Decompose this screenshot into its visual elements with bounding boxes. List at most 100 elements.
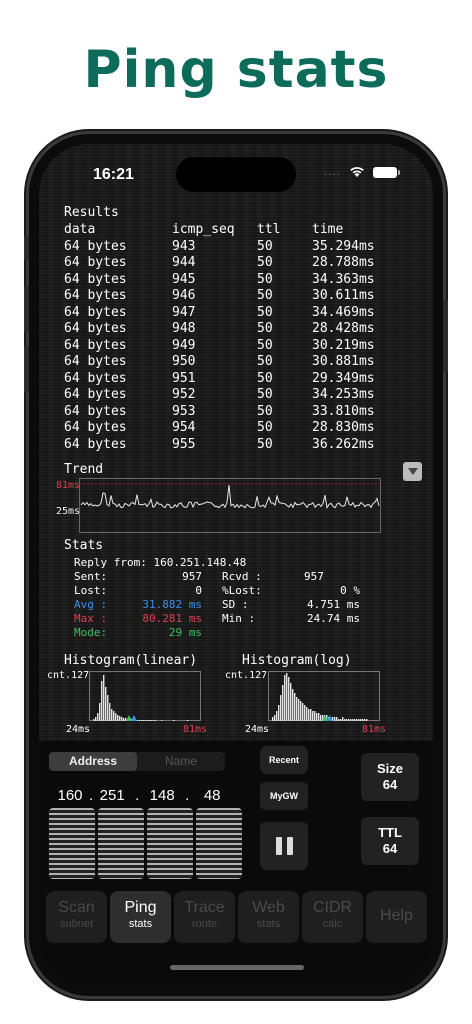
histogram-bar xyxy=(113,711,115,721)
tab-scan[interactable]: Scan subnet xyxy=(46,891,107,943)
histogram-bar xyxy=(294,693,296,721)
histogram-bar xyxy=(115,713,117,721)
histogram-bar xyxy=(280,695,282,721)
histogram-log-title: Histogram(log) xyxy=(242,653,352,668)
table-cell: 50 xyxy=(257,304,273,320)
histogram-bar xyxy=(274,715,276,721)
tab-trace[interactable]: Trace route xyxy=(174,891,235,943)
wifi-icon xyxy=(350,167,364,177)
table-cell: 64 bytes xyxy=(64,370,127,386)
table-cell: 64 bytes xyxy=(64,255,127,270)
table-row: 64 bytes 945 50 34.363ms xyxy=(64,272,392,289)
histogram-bar xyxy=(352,719,354,721)
ip-picker-wheel-4[interactable] xyxy=(196,808,242,879)
table-cell: 28.788ms xyxy=(312,255,375,270)
tab-sublabel: calc xyxy=(322,918,343,930)
min-label: Min : xyxy=(222,612,256,625)
ip-picker-wheel-2[interactable] xyxy=(98,808,144,879)
table-cell: 34.469ms xyxy=(312,304,375,320)
table-cell: 952 xyxy=(172,387,196,402)
mode-value: 29 ms xyxy=(168,626,202,639)
histogram-bar xyxy=(296,697,298,721)
mygw-button[interactable]: MyGW xyxy=(260,782,308,810)
stat-row-lost: Lost: 0 %Lost: 0 % xyxy=(74,584,360,597)
table-row: 64 bytes 948 50 28.428ms xyxy=(64,321,392,338)
ip-picker-wheel-3[interactable] xyxy=(147,808,193,879)
histogram-bar xyxy=(358,719,360,721)
histogram-bar xyxy=(362,719,364,721)
histogram-bar xyxy=(97,713,99,721)
histogram-bar xyxy=(320,715,322,721)
table-row: 64 bytes 955 50 36.262ms xyxy=(64,437,392,454)
table-cell: 34.363ms xyxy=(312,271,375,287)
ttl-label: TTL xyxy=(378,825,402,840)
column-header: data xyxy=(64,222,96,237)
tab-ping[interactable]: Ping stats xyxy=(110,891,171,943)
address-name-toggle: Address Name xyxy=(49,752,225,771)
table-header: data icmp_seq ttl time xyxy=(64,222,392,239)
table-cell: 30.881ms xyxy=(312,354,375,369)
histogram-bar xyxy=(149,720,151,721)
max-label: Max : xyxy=(74,612,108,625)
table-cell: 64 bytes xyxy=(64,238,127,254)
histogram-bar xyxy=(286,673,288,721)
histogram-bar xyxy=(95,717,97,721)
tab-label: Trace xyxy=(184,899,225,916)
recent-button[interactable]: Recent xyxy=(260,746,308,774)
histogram-bar xyxy=(278,705,280,721)
histogram-log-count: cnt.127 xyxy=(225,670,268,681)
table-row: 64 bytes 944 50 28.788ms xyxy=(64,255,392,272)
tab-sublabel: route xyxy=(191,918,218,930)
table-cell: 64 bytes xyxy=(64,271,127,287)
histogram-bar xyxy=(360,719,362,721)
status-icons: .... xyxy=(324,166,400,178)
tab-label: Help xyxy=(380,907,413,924)
histogram-bar xyxy=(300,701,302,721)
size-value: 64 xyxy=(382,777,398,792)
tab-label: Ping xyxy=(124,899,157,916)
table-cell: 50 xyxy=(257,288,273,303)
pause-button[interactable] xyxy=(260,822,308,870)
table-row: 64 bytes 947 50 34.469ms xyxy=(64,305,392,322)
mute-switch xyxy=(24,236,29,260)
ip-octet-2: 251 xyxy=(99,787,125,804)
histogram-bar xyxy=(334,717,336,721)
table-cell: 50 xyxy=(257,271,273,287)
segment-name[interactable]: Name xyxy=(137,752,225,771)
table-cell: 30.219ms xyxy=(312,337,375,353)
table-cell: 64 bytes xyxy=(64,436,127,452)
tab-bar: Scan subnet Ping stats Trace route Web stats… xyxy=(46,891,427,943)
trend-min-label: 25ms xyxy=(56,506,81,517)
histogram-bar xyxy=(338,719,340,721)
ttl-button[interactable]: TTL 64 xyxy=(361,817,419,865)
histogram-bar xyxy=(318,713,320,721)
ip-picker-wheel-1[interactable] xyxy=(49,808,95,879)
tab-help[interactable]: Help xyxy=(366,891,427,943)
histogram-bar xyxy=(111,709,113,721)
histogram-bar xyxy=(109,703,111,721)
reply-from: Reply from: 160.251.148.48 xyxy=(74,556,247,569)
page-headline: Ping stats xyxy=(83,40,389,100)
ip-pickers xyxy=(49,808,242,879)
histogram-bar xyxy=(107,695,109,721)
histogram-bar xyxy=(276,711,278,721)
table-cell: 64 bytes xyxy=(64,387,127,402)
sent-value: 957 xyxy=(182,570,202,583)
size-button[interactable]: Size 64 xyxy=(361,753,419,801)
table-cell: 29.349ms xyxy=(312,370,375,386)
histogram-bar xyxy=(151,720,153,721)
table-row: 64 bytes 949 50 30.219ms xyxy=(64,338,392,355)
table-cell: 64 bytes xyxy=(64,288,127,303)
segment-address[interactable]: Address xyxy=(49,752,137,771)
column-header: ttl xyxy=(257,222,281,237)
tab-web[interactable]: Web stats xyxy=(238,891,299,943)
histogram-bar xyxy=(310,709,312,721)
table-cell: 28.830ms xyxy=(312,420,375,435)
histogram-bar xyxy=(342,717,344,721)
volume-down-button xyxy=(24,346,29,392)
histogram-log-min: 24ms xyxy=(245,724,270,735)
tab-cidr[interactable]: CIDR calc xyxy=(302,891,363,943)
table-row: 64 bytes 954 50 28.830ms xyxy=(64,420,392,437)
table-cell: 50 xyxy=(257,370,273,386)
collapse-button[interactable] xyxy=(403,462,422,481)
